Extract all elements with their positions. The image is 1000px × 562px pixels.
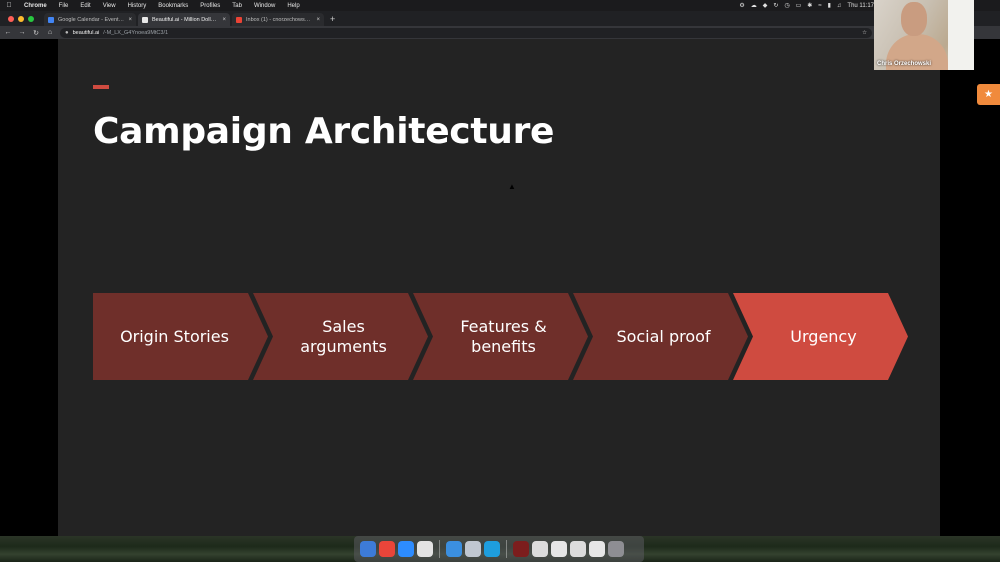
dock-app-12-icon[interactable] [589, 541, 605, 557]
tab-beautiful-ai[interactable]: Beautiful.ai - Million Dollar Email × [138, 13, 230, 26]
close-tab-icon[interactable]: × [128, 17, 132, 23]
menu-tab[interactable]: Tab [226, 3, 248, 9]
sync-icon[interactable]: ↻ [773, 2, 778, 9]
menu-edit[interactable]: Edit [74, 3, 96, 9]
help-widget-button[interactable]: ★ [977, 84, 1000, 105]
dock-separator [439, 540, 440, 558]
dock-app-4-icon[interactable] [417, 541, 433, 557]
menu-view[interactable]: View [97, 3, 122, 9]
tab-google-calendar[interactable]: Google Calendar - Event details × [44, 13, 136, 26]
forward-arrow-icon[interactable]: → [18, 29, 26, 36]
address-bar[interactable]: ● beautiful.ai /-M_LX_G4Ynoea9MtC3/1 ☆ [60, 27, 872, 38]
dock-app-11-icon[interactable] [570, 541, 586, 557]
menu-help[interactable]: Help [281, 3, 305, 9]
cloud-icon[interactable]: ☁ [751, 2, 757, 9]
tab-label: Inbox (1) - cnorzechowski@gmail [246, 16, 312, 23]
tab-gmail-inbox[interactable]: Inbox (1) - cnorzechowski@gmail × [232, 13, 324, 26]
title-accent-bar [93, 85, 109, 89]
dock-app-2-icon[interactable] [379, 541, 395, 557]
url-host: beautiful.ai [72, 29, 100, 36]
bookmark-star-icon[interactable]: ☆ [862, 30, 867, 36]
menubar-status-area: ⚙ ☁ ◆ ↻ ◷ ▭ ✱ ≈ ▮ ♫ Thu 11:17 [739, 0, 874, 11]
menu-file[interactable]: File [53, 3, 75, 9]
back-arrow-icon[interactable]: ← [4, 29, 12, 36]
dock-app-8-icon[interactable] [513, 541, 529, 557]
browser-toolbar: ← → ↻ ⌂ ● beautiful.ai /-M_LX_G4Ynoea9Mt… [0, 26, 1000, 39]
volume-icon[interactable]: ♫ [837, 3, 842, 9]
slide: Campaign Architecture ▲ Origin Stories Sa… [58, 39, 940, 536]
dock-app-6-icon[interactable] [465, 541, 481, 557]
apple-icon[interactable]:  [0, 2, 18, 9]
browser-tab-strip: Google Calendar - Event details × Beauti… [0, 11, 1000, 26]
slide-title: Campaign Architecture [93, 111, 555, 152]
dropbox-icon[interactable]: ◆ [763, 2, 768, 9]
display-icon[interactable]: ▭ [796, 2, 802, 9]
mouse-cursor-icon: ▲ [508, 182, 516, 191]
webcam-overlay: Chris Orzechowski [874, 0, 974, 70]
menubar-clock[interactable]: Thu 11:17 [847, 3, 874, 9]
dock-app-13-icon[interactable] [608, 541, 624, 557]
webcam-person-head [901, 2, 927, 36]
new-tab-button[interactable]: + [324, 14, 341, 24]
menu-bookmarks[interactable]: Bookmarks [152, 3, 194, 9]
close-window-button[interactable] [8, 15, 14, 22]
menu-history[interactable]: History [122, 3, 153, 9]
gear-icon[interactable]: ⚙ [739, 2, 744, 9]
menu-app-name[interactable]: Chrome [18, 3, 53, 9]
flow-step-5-label: Urgency [790, 326, 857, 346]
help-figure-icon: ★ [984, 89, 993, 100]
webcam-name-label: Chris Orzechowski [877, 61, 932, 67]
window-controls [0, 15, 42, 22]
dock-app-3-icon[interactable] [398, 541, 414, 557]
wifi-icon[interactable]: ≈ [818, 3, 821, 9]
close-tab-icon[interactable]: × [222, 17, 226, 23]
dock-app-10-icon[interactable] [551, 541, 567, 557]
menu-profiles[interactable]: Profiles [194, 3, 226, 9]
flow-step-2-label: Sales arguments [300, 316, 387, 356]
menu-window[interactable]: Window [248, 3, 281, 9]
minimize-window-button[interactable] [18, 15, 24, 22]
beautiful-ai-favicon-icon [142, 16, 148, 23]
gmail-favicon-icon [236, 16, 242, 23]
dock-separator [506, 540, 507, 558]
process-flow: Origin Stories Sales arguments Features & … [93, 293, 908, 380]
tab-label: Beautiful.ai - Million Dollar Email [152, 16, 218, 23]
calendar-favicon-icon [48, 16, 54, 23]
lock-icon[interactable]: ● [65, 30, 69, 36]
dock-app-1-icon[interactable] [360, 541, 376, 557]
tab-label: Google Calendar - Event details [58, 16, 124, 23]
battery-icon[interactable]: ▮ [828, 2, 831, 9]
flow-step-3-label: Features & benefits [460, 316, 547, 356]
close-tab-icon[interactable]: × [316, 17, 320, 23]
macos-dock [354, 536, 644, 562]
flow-step-1-label: Origin Stories [120, 326, 229, 346]
presentation-stage: Campaign Architecture ▲ Origin Stories Sa… [0, 39, 1000, 536]
flow-step-4-label: Social proof [616, 326, 711, 346]
webcam-background-window [948, 0, 974, 70]
url-path: /-M_LX_G4Ynoea9MtC3/1 [103, 29, 169, 36]
home-icon[interactable]: ⌂ [46, 29, 54, 36]
dock-app-9-icon[interactable] [532, 541, 548, 557]
dock-app-5-icon[interactable] [446, 541, 462, 557]
zoom-window-button[interactable] [28, 15, 34, 22]
dock-app-7-icon[interactable] [484, 541, 500, 557]
history-icon[interactable]: ◷ [784, 2, 789, 9]
bluetooth-icon[interactable]: ✱ [807, 2, 812, 9]
reload-icon[interactable]: ↻ [32, 29, 40, 37]
macos-menubar:  Chrome File Edit View History Bookmark… [0, 0, 1000, 11]
